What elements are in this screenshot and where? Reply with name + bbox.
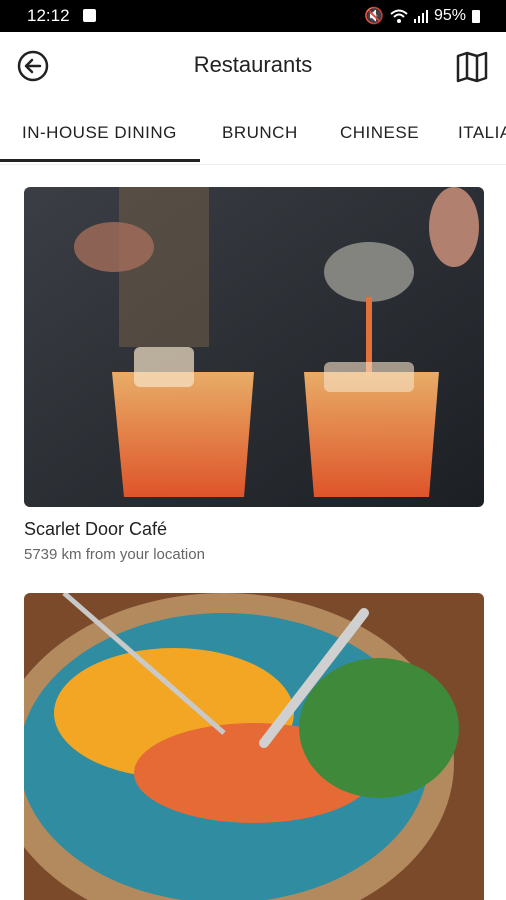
restaurant-list[interactable]: Scarlet Door Café 5739 km from your loca… <box>0 165 506 900</box>
status-time: 12:12 <box>27 6 70 25</box>
gallery-icon <box>83 9 96 22</box>
tab-chinese[interactable]: CHINESE <box>340 123 419 143</box>
mute-icon: 🔇 <box>364 8 384 25</box>
category-tabs: IN-HOUSE DINING BRUNCH CHINESE ITALIAN <box>0 108 506 165</box>
status-bar: 12:12 🔇 95% <box>0 0 506 32</box>
battery-percent: 95% <box>433 7 466 24</box>
tab-in-house-dining[interactable]: IN-HOUSE DINING <box>22 123 177 143</box>
restaurant-photo[interactable] <box>24 593 484 900</box>
restaurant-card[interactable] <box>24 593 484 900</box>
restaurant-photo[interactable] <box>24 187 484 507</box>
restaurant-distance: 5739 km from your location <box>24 546 205 563</box>
wifi-icon <box>390 9 408 23</box>
status-icons: 🔇 95% <box>364 6 480 26</box>
signal-icon <box>413 10 428 23</box>
map-icon[interactable] <box>455 50 489 84</box>
restaurant-name[interactable]: Scarlet Door Café <box>24 519 484 540</box>
app-bar: Restaurants <box>0 32 506 100</box>
page-title: Restaurants <box>193 52 313 77</box>
tab-italian[interactable]: ITALIAN <box>458 123 506 143</box>
battery-icon <box>472 9 480 23</box>
tab-brunch[interactable]: BRUNCH <box>222 123 298 143</box>
restaurant-card[interactable]: Scarlet Door Café 5739 km from your loca… <box>24 187 484 563</box>
tab-active-indicator <box>0 159 200 162</box>
